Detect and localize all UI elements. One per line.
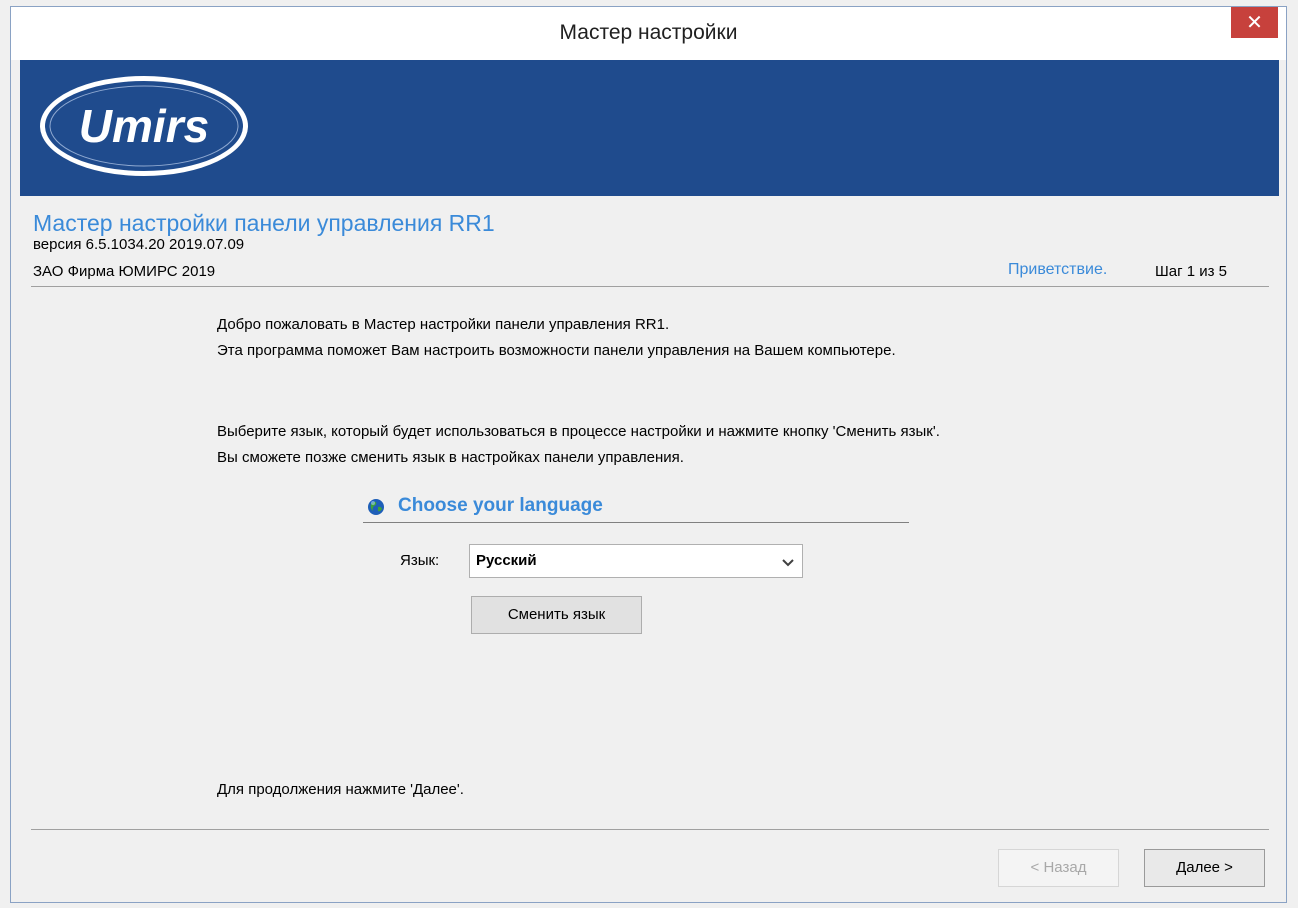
chevron-down-icon	[782, 555, 794, 573]
footer-divider	[31, 829, 1269, 830]
welcome-text-1: Добро пожаловать в Мастер настройки пане…	[217, 316, 670, 333]
wizard-window: Мастер настройки ✕ Umirs Мастер настройк…	[10, 6, 1287, 903]
wizard-info: Мастер настройки панели управления RR1 в…	[33, 210, 1273, 254]
choose-text-2: Вы сможете позже сменить язык в настройк…	[217, 449, 684, 466]
welcome-text-2: Эта программа поможет Вам настроить возм…	[217, 342, 896, 359]
window-title: Мастер настройки	[559, 21, 738, 44]
logo-text: Umirs	[79, 100, 209, 152]
close-button[interactable]: ✕	[1231, 7, 1278, 38]
close-icon: ✕	[1246, 10, 1263, 34]
language-section-title: Choose your language	[398, 495, 603, 516]
app-title: Мастер настройки панели управления RR1	[33, 210, 495, 236]
language-selected-value: Русский	[476, 552, 537, 569]
change-language-button[interactable]: Сменить язык	[471, 596, 642, 634]
continue-hint: Для продолжения нажмите 'Далее'.	[217, 781, 464, 798]
version-text: версия 6.5.1034.20 2019.07.09	[33, 236, 245, 253]
company-text: ЗАО Фирма ЮМИРС 2019	[33, 263, 216, 280]
language-label: Язык:	[400, 552, 440, 569]
next-button[interactable]: Далее >	[1144, 849, 1265, 887]
header-banner: Umirs	[20, 60, 1279, 196]
title-bar[interactable]: Мастер настройки ✕	[11, 7, 1286, 60]
step-counter: Шаг 1 из 5	[1155, 263, 1228, 280]
step-name: Приветствие.	[1008, 261, 1108, 278]
globe-icon	[367, 498, 385, 521]
header-divider	[31, 286, 1269, 287]
back-button[interactable]: < Назад	[998, 849, 1119, 887]
language-select[interactable]: Русский	[469, 544, 803, 578]
choose-text-1: Выберите язык, который будет использоват…	[217, 423, 940, 440]
umirs-logo: Umirs	[36, 72, 252, 185]
language-section-header: Choose your language	[363, 493, 909, 523]
